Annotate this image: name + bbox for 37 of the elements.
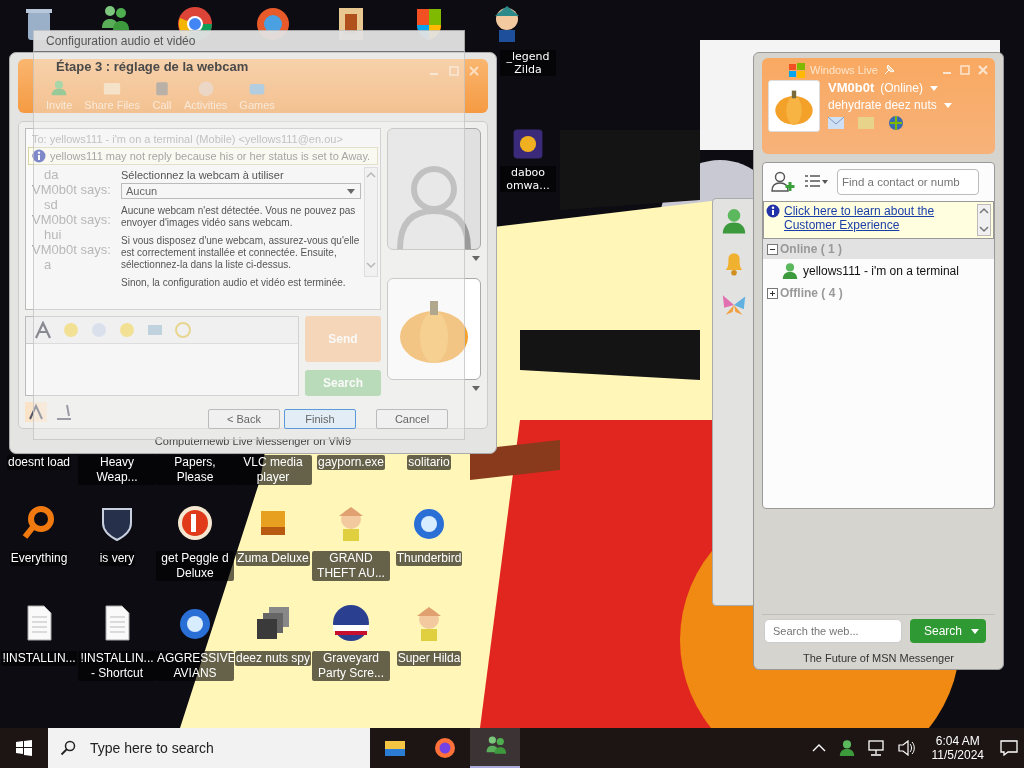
sender-line: VM0b0t says: [32,182,112,197]
sender-line: VM0b0t says: [32,242,112,257]
icon-label: daboo omwa... [500,166,556,192]
icon-label: GRAND THEFT AU... [312,551,390,581]
icon-label: Graveyard Party Scre... [312,651,390,681]
icon-label: Heavy Weap... [78,455,156,485]
message-text: sd [43,197,59,212]
dropdown-value: Aucun [126,185,158,197]
icon-label: VLC media player [234,455,312,485]
window-title: Windows Live [810,64,878,76]
icon-label: !INSTALLIN... [1,651,77,666]
icon-label: get Peggle d Deluxe [156,551,234,581]
sender-line: VM0b0t says: [32,212,112,227]
icon-label: Thunderbird [395,551,463,566]
notice-text: yellows111 may not reply because his or her status is set to Away. [50,150,371,162]
message-text: hui [43,227,63,242]
icon-label: Super Hilda [396,651,462,666]
paragraph: Si vous disposez d'une webcam, assurez-vous qu'elle est correctement installée et connectée. Ensuite, sélectionnez-la dans la liste ci-dessus. [121,235,361,271]
step-heading: Étape 3 : réglage de la webcam [56,59,249,74]
dialog-title: Configuration audio et vidéo [46,34,196,48]
window-footer-text: The Future of MSN Messenger [802,651,955,666]
icon-label: _legend Zilda [500,50,556,76]
icon-label: gayporn.exe [316,455,385,470]
paragraph: Sinon, la configuration audio et vidéo est terminée. [121,277,347,289]
paragraph: Aucune webcam n'est détectée. Vous ne pouvez pas envoyer d'images vidéo sans webcam. [121,205,357,229]
icon-label: is very [98,551,136,566]
icon-label: solitario [407,455,451,470]
window-footer-text: Computernewb Live Messenger on VM9 [153,434,353,449]
field-label: Sélectionnez la webcam à utiliser [121,169,284,181]
message-text: a [43,257,53,272]
icon-label: Papers, Please [156,455,234,485]
icon-label: !INSTALLIN... - Shortcut [78,651,156,681]
icon-label: deez nuts spy [234,651,311,666]
message-text: da [43,167,60,182]
icon-label: doesnt load [6,455,72,470]
icon-label: Zuma Deluxe [236,551,310,566]
icon-label: Everything [9,551,69,566]
